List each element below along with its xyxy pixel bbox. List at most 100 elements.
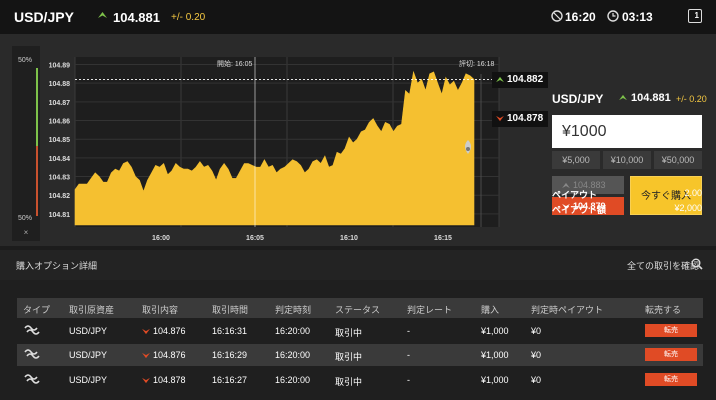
resell-button[interactable]: 転売 <box>645 324 697 337</box>
menu-button[interactable]: 1 <box>688 9 702 23</box>
row-asset: USD/JPY <box>69 350 108 360</box>
y-tick-label: 104.81 <box>49 212 71 219</box>
x-tick-label: 16:00 <box>152 235 170 242</box>
y-tick-label: 104.88 <box>49 81 71 88</box>
y-tick-label: 104.84 <box>49 156 71 163</box>
col-time: 取引時間 <box>212 305 249 315</box>
x-tick-label: 16:10 <box>340 235 358 242</box>
row-time: 16:16:27 <box>212 375 248 385</box>
position-pin-dot <box>466 147 470 151</box>
current-up-rate: 104.882 <box>492 72 548 88</box>
judge-time-label: 評切: 16:18 <box>459 59 495 68</box>
sentiment-up-bar <box>36 68 38 146</box>
trade-change: +/- 0.20 <box>676 94 707 104</box>
x-tick-label: 16:15 <box>434 235 452 242</box>
row-status: 取引中 <box>335 352 363 362</box>
col-payout: 判定時ペイアウト <box>531 305 604 315</box>
row-payout: ¥0 <box>531 350 542 360</box>
top-bar: USD/JPY 104.881 +/- 0.20 16:20 03:13 1 <box>0 0 716 34</box>
purchase-details-title: 購入オプション詳細 <box>16 261 98 271</box>
y-tick-label: 104.87 <box>49 100 71 107</box>
green-up-arrow-icon <box>496 76 504 82</box>
col-resell: 転売する <box>645 305 682 315</box>
y-tick-label: 104.82 <box>49 193 71 200</box>
x-tick-label: 16:05 <box>246 235 264 242</box>
col-judge-rate: 判定レート <box>407 305 453 315</box>
table-row: USD/JPY 104.878 16:16:27 16:20:00 取引中 - … <box>17 369 703 391</box>
amount-input[interactable]: ¥1000 <box>552 115 702 148</box>
binary-option-type-icon <box>24 374 40 384</box>
current-down-rate: 104.878 <box>492 111 548 127</box>
preset-10000-button[interactable]: ¥10,000 <box>603 151 651 169</box>
red-down-arrow-icon <box>496 115 504 121</box>
payout-amount-label: ペイアウト額 <box>552 205 607 215</box>
row-content-value: 104.876 <box>153 350 186 360</box>
table-row: USD/JPY 104.876 16:16:29 16:20:00 取引中 - … <box>17 344 703 366</box>
resell-button[interactable]: 転売 <box>645 373 697 386</box>
price-chart[interactable]: 104.89 104.88 104.87 104.86 104.85 104.84 104.… <box>44 54 500 254</box>
preset-5000-button[interactable]: ¥5,000 <box>552 151 600 169</box>
row-purchase: ¥1,000 <box>481 326 509 336</box>
row-content-value: 104.876 <box>153 326 186 336</box>
row-payout: ¥0 <box>531 375 542 385</box>
row-purchase: ¥1,000 <box>481 375 509 385</box>
row-judge-rate: - <box>407 350 410 360</box>
topbar-change: +/- 0.20 <box>171 12 206 23</box>
trade-pair: USD/JPY <box>552 92 604 106</box>
col-asset: 取引原資産 <box>69 305 115 315</box>
row-judge-rate: - <box>407 326 410 336</box>
binary-option-type-icon <box>24 349 40 359</box>
remaining-time: 03:13 <box>622 10 653 24</box>
row-judge-time: 16:20:00 <box>275 375 311 385</box>
y-tick-label: 104.86 <box>49 119 71 126</box>
red-down-arrow-icon <box>142 378 150 384</box>
topbar-rate: 104.881 <box>113 10 160 25</box>
start-time-label: 開始: 16:05 <box>217 59 253 68</box>
row-purchase: ¥1,000 <box>481 350 509 360</box>
row-asset: USD/JPY <box>69 326 108 336</box>
row-content: 104.876 <box>142 326 186 336</box>
row-status: 取引中 <box>335 377 363 387</box>
y-tick-label: 104.83 <box>49 175 71 182</box>
green-up-arrow-icon <box>98 12 107 18</box>
sentiment-down-bar <box>36 146 38 216</box>
green-up-arrow-icon <box>619 94 627 101</box>
resell-button[interactable]: 転売 <box>645 348 697 361</box>
chart-area: 50% 50% × 104.89 104.88 104.87 104.86 104.85… <box>0 34 716 246</box>
row-judge-time: 16:20:00 <box>275 350 311 360</box>
current-up-value: 104.882 <box>507 74 544 85</box>
row-asset: USD/JPY <box>69 375 108 385</box>
sentiment-bottom-label: 50% <box>18 215 33 222</box>
row-judge-rate: - <box>407 375 410 385</box>
clock-icon <box>551 10 563 22</box>
col-judge-time: 判定時刻 <box>275 305 312 315</box>
trade-rate: 104.881 <box>631 92 671 104</box>
row-content: 104.876 <box>142 350 186 360</box>
search-icon[interactable] <box>691 258 703 270</box>
topbar-pair[interactable]: USD/JPY <box>14 9 74 25</box>
timer-icon <box>607 10 619 22</box>
current-time: 16:20 <box>565 10 596 24</box>
payout-label: ペイアウト <box>552 190 598 200</box>
table-row: USD/JPY 104.876 16:16:31 16:20:00 取引中 - … <box>17 320 703 342</box>
current-down-value: 104.878 <box>507 113 544 124</box>
payout-amount-value: ¥2,000 <box>674 203 702 213</box>
col-status: ステータス <box>335 305 381 315</box>
row-time: 16:16:31 <box>212 326 248 336</box>
payout-value: 2.00 <box>684 188 702 198</box>
red-down-arrow-icon <box>142 329 150 335</box>
col-content: 取引内容 <box>142 305 179 315</box>
close-icon[interactable]: × <box>18 227 34 239</box>
y-tick-label: 104.89 <box>49 62 71 69</box>
row-status: 取引中 <box>335 328 363 338</box>
table-header: タイプ 取引原資産 取引内容 取引時間 判定時刻 ステータス 判定レート 購入 … <box>17 298 703 318</box>
view-all-trades-link[interactable]: 全ての取引を確認 <box>627 259 699 272</box>
row-content: 104.878 <box>142 375 186 385</box>
binary-option-type-icon <box>24 325 40 335</box>
trades-table: タイプ 取引原資産 取引内容 取引時間 判定時刻 ステータス 判定レート 購入 … <box>0 280 716 400</box>
row-content-value: 104.878 <box>153 375 186 385</box>
y-tick-label: 104.85 <box>49 137 71 144</box>
row-payout: ¥0 <box>531 326 542 336</box>
row-time: 16:16:29 <box>212 350 248 360</box>
preset-50000-button[interactable]: ¥50,000 <box>654 151 702 169</box>
